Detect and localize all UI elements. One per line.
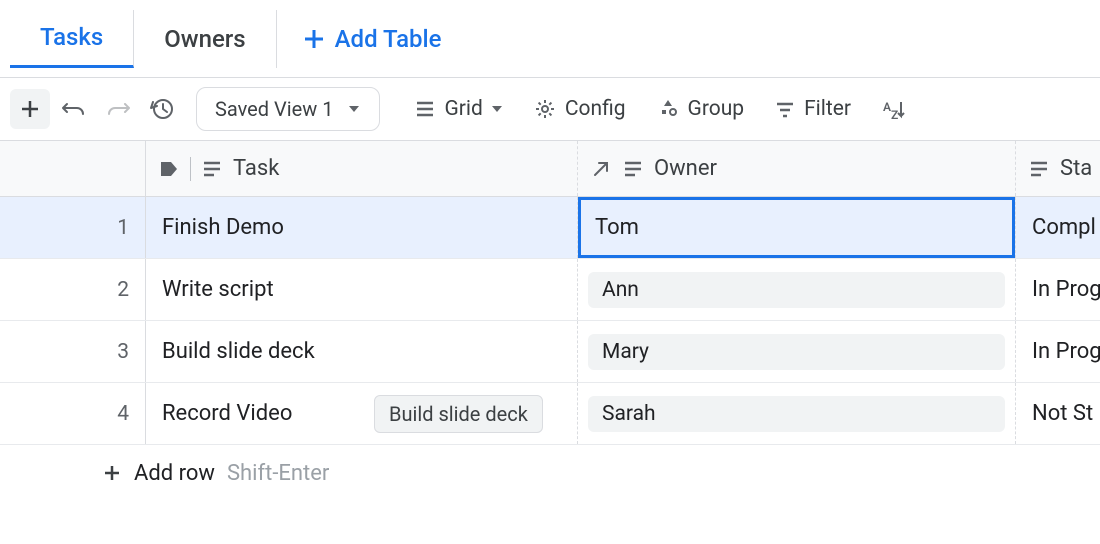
rownum: 1: [0, 197, 146, 258]
plus-icon: [301, 26, 327, 52]
header-owner[interactable]: Owner: [578, 141, 1016, 196]
chevron-down-icon: [347, 102, 361, 116]
lookup-arrow-icon: [590, 158, 612, 180]
table-row[interactable]: 1 Finish Demo Tom Compl: [0, 197, 1100, 259]
header-owner-label: Owner: [654, 156, 717, 181]
group-button[interactable]: Group: [646, 91, 755, 127]
cell-task[interactable]: Finish Demo: [146, 197, 578, 258]
redo-button[interactable]: [98, 89, 138, 129]
grid: Task Owner Sta 1 Finish Demo Tom Compl 2…: [0, 140, 1100, 501]
header-task[interactable]: Task: [146, 141, 578, 196]
plus-icon: [102, 463, 122, 483]
gear-icon: [533, 97, 557, 121]
add-row-hint: Shift-Enter: [227, 461, 329, 486]
text-lines-icon: [201, 158, 223, 180]
undo-button[interactable]: [54, 89, 94, 129]
tab-tasks[interactable]: Tasks: [10, 10, 134, 68]
history-button[interactable]: [142, 89, 182, 129]
owner-value: Tom: [595, 215, 639, 240]
header-rownum: [0, 141, 146, 196]
owner-value: Ann: [588, 272, 1005, 308]
table-row[interactable]: 2 Write script Ann In Prog: [0, 259, 1100, 321]
view-selector-label: Saved View 1: [215, 97, 333, 121]
header-status[interactable]: Sta: [1016, 141, 1100, 196]
redo-icon: [105, 96, 131, 122]
plus-icon: [19, 98, 41, 120]
undo-icon: [61, 96, 87, 122]
group-icon: [656, 97, 680, 121]
chevron-right-tag-icon: [158, 158, 180, 180]
toolbar: Saved View 1 Grid Config Group Filter AZ: [0, 78, 1100, 140]
table-row[interactable]: 4 Record Video Sarah Not St Build slide …: [0, 383, 1100, 445]
text-lines-icon: [622, 158, 644, 180]
cell-status[interactable]: In Prog: [1016, 259, 1100, 320]
owner-value: Mary: [588, 334, 1005, 370]
cell-tooltip: Build slide deck: [374, 395, 543, 433]
grid-view-button[interactable]: Grid: [404, 91, 512, 127]
sort-button[interactable]: AZ: [871, 91, 915, 127]
filter-label: Filter: [804, 97, 851, 121]
add-table-button[interactable]: Add Table: [277, 10, 466, 68]
text-lines-icon: [1028, 158, 1050, 180]
cell-task[interactable]: Write script: [146, 259, 578, 320]
header-task-label: Task: [233, 156, 279, 181]
svg-text:Z: Z: [891, 108, 898, 121]
table-row[interactable]: 3 Build slide deck Mary In Prog: [0, 321, 1100, 383]
view-selector[interactable]: Saved View 1: [196, 87, 380, 131]
tabs-bar: Tasks Owners Add Table: [0, 0, 1100, 78]
owner-value: Sarah: [588, 396, 1005, 432]
tab-owners[interactable]: Owners: [134, 10, 276, 68]
grid-label: Grid: [444, 97, 482, 121]
chevron-down-icon: [491, 103, 503, 115]
header-status-label: Sta: [1060, 156, 1092, 181]
cell-owner[interactable]: Ann: [578, 259, 1016, 320]
config-label: Config: [565, 97, 626, 121]
history-icon: [149, 96, 175, 122]
filter-button[interactable]: Filter: [764, 91, 861, 127]
insert-button[interactable]: [10, 89, 50, 129]
cell-status[interactable]: In Prog: [1016, 321, 1100, 382]
add-row-button[interactable]: Add row Shift-Enter: [0, 445, 1100, 501]
filter-icon: [774, 98, 796, 120]
cell-owner[interactable]: Mary: [578, 321, 1016, 382]
rownum: 3: [0, 321, 146, 382]
rownum: 2: [0, 259, 146, 320]
sort-az-icon: AZ: [881, 97, 905, 121]
add-table-label: Add Table: [335, 25, 442, 53]
cell-status[interactable]: Compl: [1016, 197, 1100, 258]
grid-header-row: Task Owner Sta: [0, 141, 1100, 197]
config-button[interactable]: Config: [523, 91, 636, 127]
cell-owner[interactable]: Sarah: [578, 383, 1016, 444]
cell-status[interactable]: Not St: [1016, 383, 1100, 444]
add-row-label: Add row: [134, 461, 215, 486]
cell-task[interactable]: Build slide deck: [146, 321, 578, 382]
cell-owner[interactable]: Tom: [578, 197, 1016, 258]
svg-text:A: A: [883, 100, 891, 114]
list-icon: [414, 98, 436, 120]
rownum: 4: [0, 383, 146, 444]
group-label: Group: [688, 97, 745, 121]
